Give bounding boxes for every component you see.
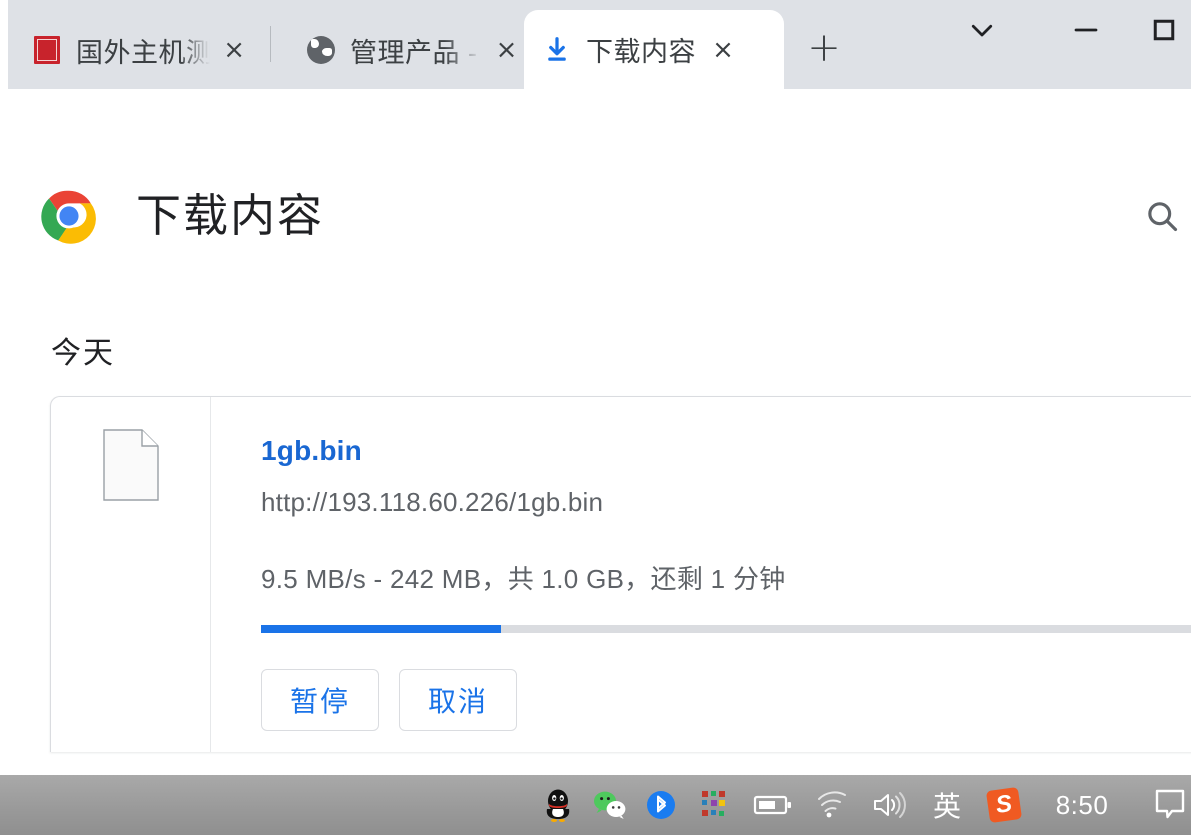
maximize-icon[interactable] (1129, 0, 1191, 60)
tab-strip: 国外主机测试 × 管理产品 - / × 下载内容 × + (0, 0, 1191, 89)
tab-guanli-chanpin[interactable]: 管理产品 - / × (288, 14, 528, 86)
download-status-text: 9.5 MB/s - 242 MB，共 1.0 GB，还剩 1 分钟 (261, 564, 786, 594)
pause-button[interactable]: 暂停 (261, 669, 379, 731)
system-tray: 英 S 8:50 (532, 775, 1191, 835)
qq-icon[interactable] (532, 775, 584, 835)
browser-toolbar: Chrome chrome://downloads S (0, 89, 1191, 231)
download-progress-bar (261, 625, 1191, 633)
bluetooth-icon[interactable] (636, 775, 686, 835)
ime-language-icon[interactable]: 英 (918, 775, 976, 835)
page-title: 下载内容 (136, 190, 325, 241)
tab-close-icon[interactable]: × (220, 33, 248, 67)
notification-icon[interactable] (1132, 775, 1191, 835)
download-icon (542, 35, 572, 65)
wechat-icon[interactable] (584, 775, 636, 835)
generic-file-icon (103, 429, 159, 501)
tab-close-icon[interactable]: × (491, 33, 522, 67)
downloads-page: zhujiceping.com 下载内容 今天 (0, 151, 1191, 775)
taskbar-clock[interactable]: 8:50 (1032, 775, 1132, 835)
section-header-today: 今天 (51, 337, 115, 370)
browser-window: 国外主机测试 × 管理产品 - / × 下载内容 × + (0, 0, 1191, 835)
download-item-card: 1gb.bin http://193.118.60.226/1gb.bin 9.… (50, 396, 1191, 752)
tab-title: 下载内容 (586, 37, 696, 67)
tab-guowai-zhuji[interactable]: 国外主机测试 × (14, 14, 254, 86)
battery-icon[interactable] (742, 775, 804, 835)
sogou-input-icon[interactable]: S (976, 775, 1032, 835)
tab-close-icon[interactable]: × (706, 33, 740, 67)
volume-icon[interactable] (860, 775, 918, 835)
tab-search-chevron-down-icon[interactable] (947, 0, 1017, 60)
download-progress-fill (261, 625, 501, 633)
tab-title: 管理产品 - / (350, 37, 481, 68)
download-source-url: http://193.118.60.226/1gb.bin (261, 487, 604, 517)
search-icon[interactable] (1138, 192, 1186, 240)
tab-downloads[interactable]: 下载内容 × (524, 10, 784, 89)
minimize-icon[interactable] (1051, 0, 1121, 60)
download-actions: 暂停 取消 (261, 669, 517, 731)
globe-icon (306, 35, 336, 65)
download-icon-column (51, 397, 211, 752)
color-squares-icon[interactable] (686, 775, 742, 835)
tab-title: 国外主机测试 (76, 37, 211, 68)
download-file-name-link[interactable]: 1gb.bin (261, 435, 362, 467)
cancel-button[interactable]: 取消 (399, 669, 517, 731)
chrome-logo-header-icon (41, 188, 97, 249)
new-tab-button[interactable]: + (800, 24, 848, 72)
wifi-icon[interactable] (804, 775, 860, 835)
tab-separator (270, 26, 271, 62)
red-site-icon (32, 35, 62, 65)
